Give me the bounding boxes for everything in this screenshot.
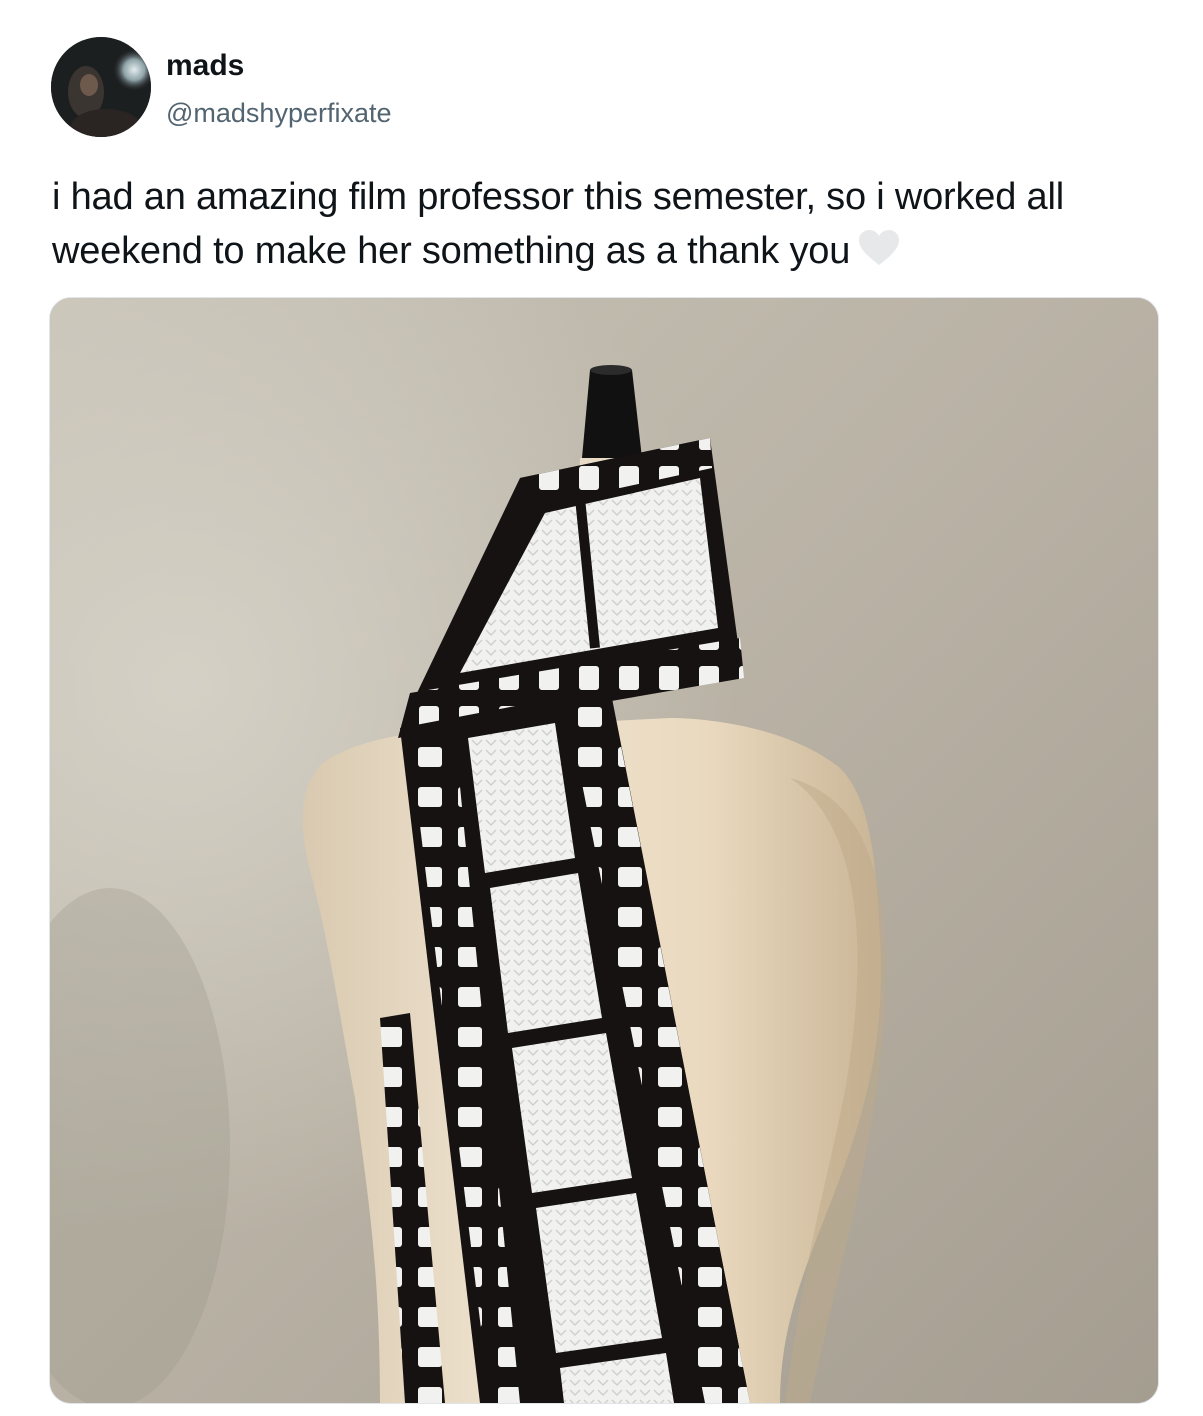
author-display-name[interactable]: mads	[166, 48, 244, 84]
author-handle[interactable]: @madshyperfixate	[166, 96, 392, 130]
tweet-card: mads @madshyperfixate i had an amazing f…	[0, 0, 1203, 1416]
profile-avatar[interactable]	[51, 37, 151, 137]
tweet-media-photo[interactable]	[49, 297, 1159, 1404]
white-heart-icon	[858, 228, 900, 266]
tweet-text: i had an amazing film professor this sem…	[52, 170, 1162, 278]
photo-crochet-film-strip-scarf-on-mannequin	[50, 298, 1158, 1403]
tweet-text-content: i had an amazing film professor this sem…	[52, 176, 1064, 272]
avatar-image	[51, 37, 151, 137]
